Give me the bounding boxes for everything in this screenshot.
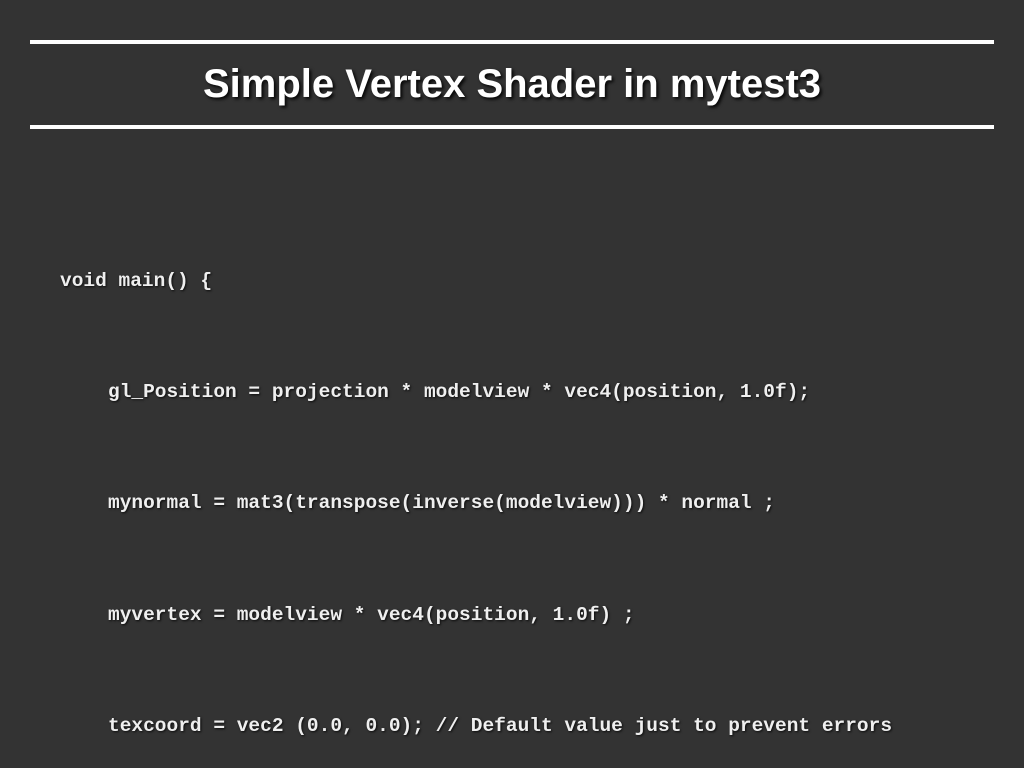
code-line: gl_Position = projection * modelview * v… xyxy=(60,374,964,411)
title-rule-bottom xyxy=(30,125,994,129)
slide: Simple Vertex Shader in mytest3 void mai… xyxy=(0,40,1024,768)
code-block: void main() { gl_Position = projection *… xyxy=(60,189,964,768)
code-line: mynormal = mat3(transpose(inverse(modelv… xyxy=(60,485,964,522)
code-line: void main() { xyxy=(60,263,964,300)
title-rule-top xyxy=(30,40,994,44)
slide-title: Simple Vertex Shader in mytest3 xyxy=(30,62,994,107)
code-line: myvertex = modelview * vec4(position, 1.… xyxy=(60,597,964,634)
title-block: Simple Vertex Shader in mytest3 xyxy=(30,40,994,129)
code-line: texcoord = vec2 (0.0, 0.0); // Default v… xyxy=(84,708,964,745)
